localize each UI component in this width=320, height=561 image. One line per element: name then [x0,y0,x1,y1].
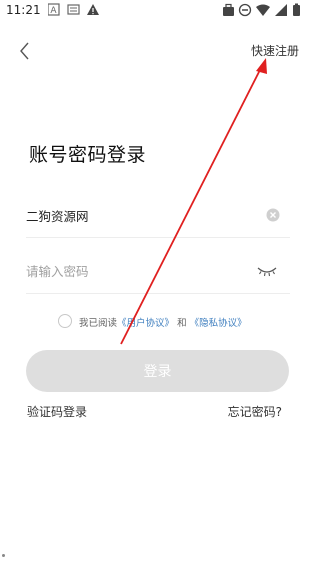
username-field [26,194,290,238]
sms-login-link[interactable]: 验证码登录 [27,403,87,420]
privacy-policy-link[interactable]: 《隐私协议》 [190,318,247,329]
status-time: 11:21 [6,3,41,17]
password-input[interactable] [26,260,246,282]
back-button[interactable] [16,40,36,62]
chevron-left-icon [20,42,29,60]
annotation-arrow-head [256,58,267,74]
agreement-and: 和 [177,318,187,329]
user-agreement-link[interactable]: 《用户协议》 [117,318,174,329]
eye-closed-icon[interactable] [256,264,278,278]
username-input[interactable] [26,204,246,226]
do-not-disturb-icon [238,3,252,17]
clear-circle-icon[interactable] [266,208,280,222]
signal-icon [275,4,287,16]
status-bar: 11:21 A [0,0,315,22]
status-system-icons [223,3,300,17]
status-notification-icons: A [48,3,99,16]
warning-icon [87,4,99,15]
corner-dot [2,554,5,557]
wifi-icon [256,4,270,16]
agreement-text: 我已阅读《用户协议》 和 《隐私协议》 [79,315,247,329]
page-title: 账号密码登录 [29,144,147,166]
quick-register-link[interactable]: 快速注册 [251,42,299,59]
forgot-password-link[interactable]: 忘记密码? [228,403,282,420]
briefcase-icon [223,3,234,16]
agreement-prefix: 我已阅读 [79,318,118,329]
app-a-icon: A [48,3,60,16]
agreement-checkbox[interactable] [58,314,72,328]
agreement-row: 我已阅读《用户协议》 和 《隐私协议》 [58,314,288,330]
login-button[interactable]: 登录 [26,350,289,392]
svg-text:A: A [50,6,57,16]
media-icon [67,4,80,15]
battery-icon [293,3,300,16]
password-field [26,250,290,294]
